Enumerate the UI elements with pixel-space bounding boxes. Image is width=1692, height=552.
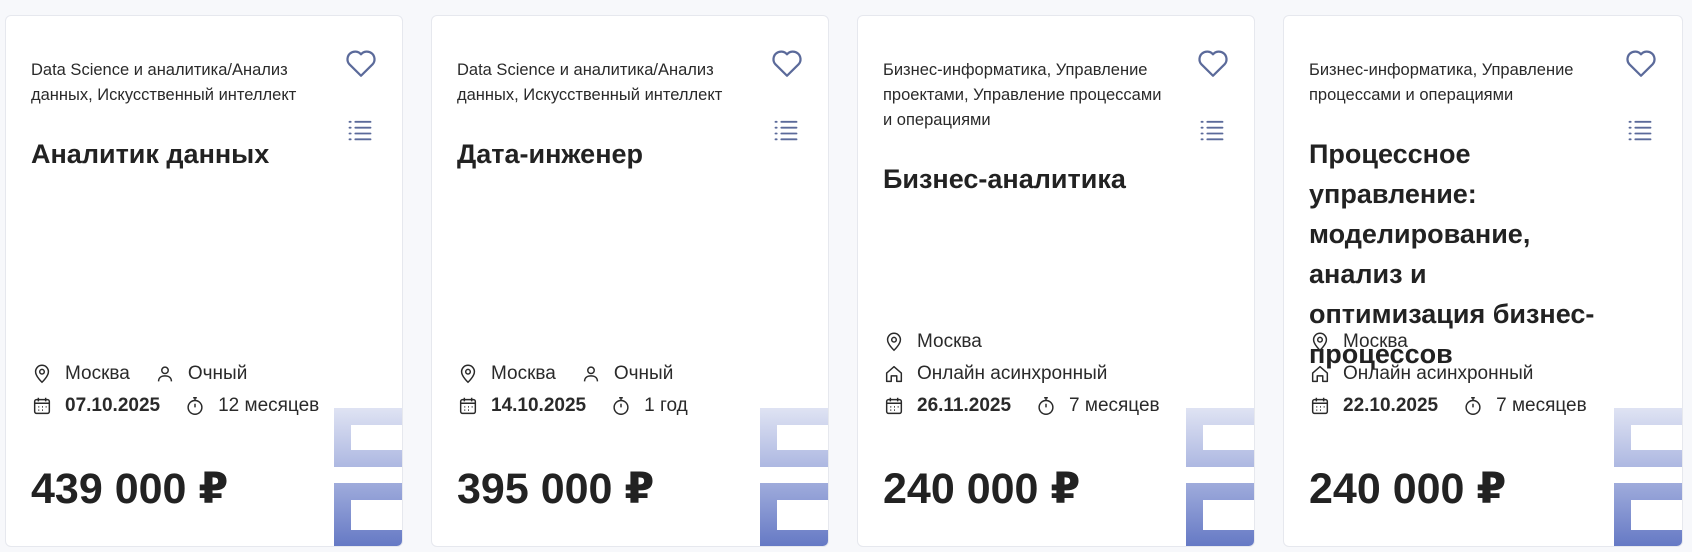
calendar-icon	[459, 397, 477, 415]
city-label: Москва	[917, 331, 982, 352]
program-title[interactable]: Бизнес-аналитика	[883, 159, 1193, 199]
stopwatch-icon	[613, 397, 629, 415]
calendar-icon	[1311, 397, 1329, 415]
start-date: 14.10.2025	[491, 395, 587, 416]
heart-icon[interactable]	[343, 45, 379, 81]
program-price: 439 000 ₽	[31, 465, 229, 513]
location-pin-icon	[1312, 332, 1328, 352]
duration-label: 7 месяцев	[1496, 395, 1587, 416]
home-icon	[885, 365, 903, 383]
city-label: Москва	[1343, 331, 1408, 352]
list-icon[interactable]	[772, 116, 800, 144]
calendar-icon	[33, 397, 51, 415]
city-label: Москва	[65, 363, 130, 384]
program-price: 240 000 ₽	[1309, 465, 1507, 513]
start-date: 07.10.2025	[65, 395, 161, 416]
city-label: Москва	[491, 363, 556, 384]
program-meta: Москва Очный 14.10.2025 1 год	[457, 358, 712, 422]
program-title[interactable]: Аналитик данных	[31, 134, 341, 174]
stopwatch-icon	[187, 397, 203, 415]
heart-icon[interactable]	[769, 45, 805, 81]
stopwatch-icon	[1465, 397, 1481, 415]
duration-label: 7 месяцев	[1069, 395, 1160, 416]
program-price: 395 000 ₽	[457, 465, 655, 513]
program-meta: Москва Онлайн асинхронный 26.11.2025 7 м…	[883, 326, 1184, 422]
program-tags: Data Science и аналитика/Анализ данных, …	[457, 61, 723, 104]
person-icon	[157, 366, 173, 382]
program-meta: Москва Онлайн асинхронный 22.10.2025 7 м…	[1309, 326, 1611, 422]
duration-label: 1 год	[644, 395, 688, 416]
decorative-pattern	[334, 408, 402, 546]
program-card[interactable]: Бизнес-информатика, Управление проектами…	[857, 15, 1255, 547]
start-date: 22.10.2025	[1343, 395, 1439, 416]
program-tags: Бизнес-информатика, Управление проектами…	[883, 61, 1162, 129]
program-card[interactable]: Бизнес-информатика, Управление процессам…	[1283, 15, 1683, 547]
program-title[interactable]: Дата-инженер	[457, 134, 767, 174]
list-icon[interactable]	[1626, 116, 1654, 144]
home-icon	[1311, 365, 1329, 383]
start-date: 26.11.2025	[917, 395, 1012, 416]
duration-label: 12 месяцев	[218, 395, 320, 416]
location-pin-icon	[886, 332, 902, 352]
stopwatch-icon	[1038, 397, 1054, 415]
program-meta: Москва Очный 07.10.2025 12 месяцев	[31, 358, 343, 422]
decorative-pattern	[1614, 408, 1682, 546]
format-label: Очный	[613, 363, 674, 384]
program-cards: Data Science и аналитика/Анализ данных, …	[0, 0, 1692, 552]
program-tags: Бизнес-информатика, Управление процессам…	[1309, 61, 1574, 104]
heart-icon[interactable]	[1623, 45, 1659, 81]
location-pin-icon	[460, 364, 476, 384]
decorative-pattern	[760, 408, 828, 546]
program-price: 240 000 ₽	[883, 465, 1081, 513]
program-card[interactable]: Data Science и аналитика/Анализ данных, …	[5, 15, 403, 547]
person-icon	[583, 366, 599, 382]
program-tags: Data Science и аналитика/Анализ данных, …	[31, 61, 297, 104]
format-label: Онлайн асинхронный	[917, 363, 1108, 384]
list-icon[interactable]	[346, 116, 374, 144]
heart-icon[interactable]	[1195, 45, 1231, 81]
decorative-pattern	[1186, 408, 1254, 546]
location-pin-icon	[34, 364, 50, 384]
format-label: Онлайн асинхронный	[1343, 363, 1534, 384]
format-label: Очный	[187, 363, 248, 384]
program-card[interactable]: Data Science и аналитика/Анализ данных, …	[431, 15, 829, 547]
calendar-icon	[885, 397, 903, 415]
list-icon[interactable]	[1198, 116, 1226, 144]
